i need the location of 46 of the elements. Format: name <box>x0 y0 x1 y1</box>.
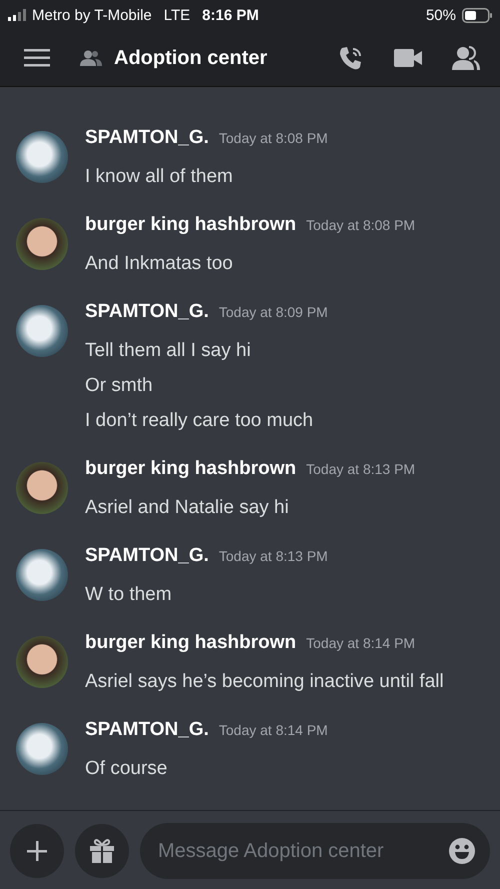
message-text: I don’t really care too much <box>85 409 314 433</box>
avatar-photo-placeholder[interactable] <box>16 218 68 270</box>
message-timestamp: Today at 8:14 PM <box>306 635 416 651</box>
message-timestamp: Today at 8:08 PM <box>306 217 416 233</box>
avatar-icon[interactable] <box>16 723 68 775</box>
menu-icon[interactable] <box>24 49 50 67</box>
message-timestamp: Today at 8:08 PM <box>218 130 328 146</box>
clock-time: 8:16 PM <box>202 6 259 24</box>
message-text: Asriel and Natalie say hi <box>85 496 290 520</box>
message-timestamp: Today at 8:14 PM <box>218 722 328 738</box>
gift-icon <box>89 838 115 864</box>
battery-percent: 50% <box>426 6 456 24</box>
battery-icon <box>462 8 492 22</box>
message-timestamp: Today at 8:13 PM <box>218 548 328 564</box>
avatar-icon[interactable] <box>16 131 68 183</box>
message-text: And Inkmatas too <box>85 252 234 276</box>
message-text: Of course <box>85 757 168 781</box>
channel-title: Adoption center <box>114 46 268 70</box>
message-timestamp: Today at 8:13 PM <box>306 461 416 477</box>
author-name[interactable]: burger king hashbrown <box>85 458 296 480</box>
author-name[interactable]: SPAMTON_G. <box>85 301 209 323</box>
avatar-photo-placeholder[interactable] <box>16 636 68 688</box>
message-text: W to them <box>85 583 173 607</box>
message-timestamp: Today at 8:09 PM <box>218 304 328 320</box>
message-input-field[interactable]: Message Adoption center <box>140 823 490 879</box>
emoji-icon[interactable] <box>448 837 476 865</box>
message-text: Tell them all I say hi <box>85 339 252 363</box>
people-icon <box>80 50 102 66</box>
network-type: LTE <box>164 6 190 24</box>
message-text: Asriel says he’s becoming inactive until fall <box>85 670 444 694</box>
avatar-photo-placeholder[interactable] <box>16 462 68 514</box>
carrier-name: Metro by T-Mobile <box>32 6 152 24</box>
video-camera-icon[interactable] <box>394 48 422 68</box>
author-name[interactable]: SPAMTON_G. <box>85 545 209 567</box>
phone-icon[interactable] <box>338 45 364 71</box>
author-name[interactable]: SPAMTON_G. <box>85 719 209 741</box>
author-name[interactable]: burger king hashbrown <box>85 632 296 654</box>
plus-icon <box>27 841 47 861</box>
avatar-icon[interactable] <box>16 305 68 357</box>
avatar-icon[interactable] <box>16 549 68 601</box>
author-name[interactable]: SPAMTON_G. <box>85 127 209 149</box>
people-icon[interactable] <box>452 46 480 70</box>
message-text: Or smth <box>85 374 154 398</box>
message-text: I know all of them <box>85 165 234 189</box>
author-name[interactable]: burger king hashbrown <box>85 214 296 236</box>
signal-icon <box>8 9 26 21</box>
